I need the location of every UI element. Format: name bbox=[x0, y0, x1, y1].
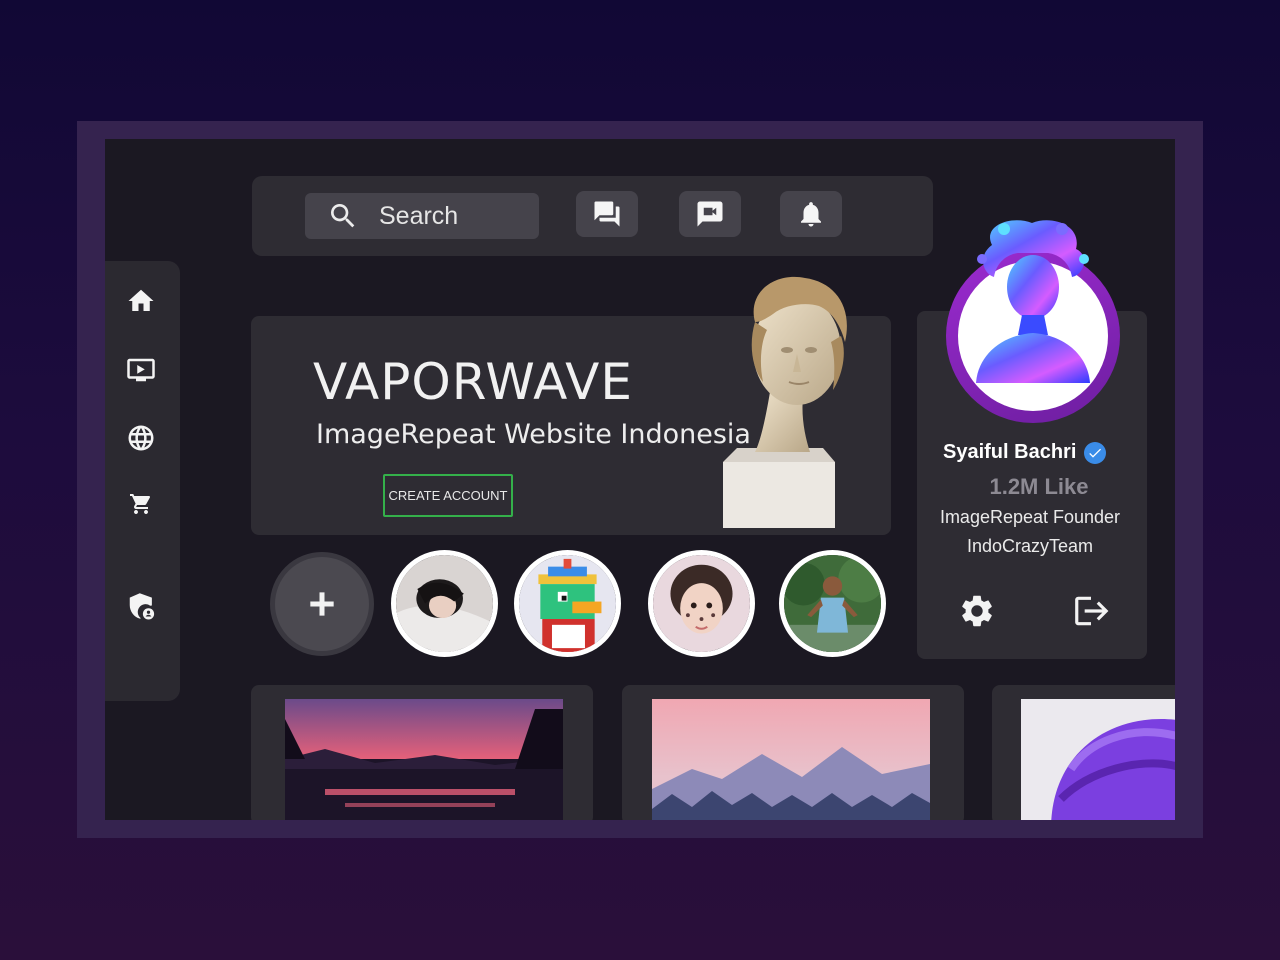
app-screen: VAPORWAVE ImageRepeat Website Indonesia … bbox=[105, 139, 1175, 820]
search-box[interactable] bbox=[305, 193, 539, 239]
sidebar-item-cart[interactable] bbox=[125, 488, 157, 520]
create-account-button[interactable]: CREATE ACCOUNT bbox=[383, 474, 513, 517]
hero-subtitle: ImageRepeat Website Indonesia bbox=[316, 419, 751, 450]
bell-icon bbox=[801, 202, 821, 227]
add-story-button[interactable] bbox=[270, 552, 374, 656]
shield-user-icon bbox=[129, 593, 155, 620]
story-avatar-3[interactable] bbox=[648, 550, 755, 657]
verified-badge-icon bbox=[1084, 441, 1107, 464]
story-photo-1 bbox=[396, 555, 493, 652]
cart-icon bbox=[130, 494, 151, 514]
story-avatar-4[interactable] bbox=[779, 550, 886, 657]
video-chat-button[interactable] bbox=[679, 191, 741, 237]
feed-image-1 bbox=[285, 699, 563, 820]
plus-icon bbox=[310, 592, 334, 616]
sidebar-item-globe[interactable] bbox=[125, 422, 157, 454]
search-icon bbox=[331, 204, 355, 228]
search-input[interactable] bbox=[379, 201, 529, 231]
feed-image-2 bbox=[652, 699, 930, 820]
gear-icon bbox=[962, 595, 992, 627]
story-avatar-2[interactable] bbox=[514, 550, 621, 657]
tv-icon bbox=[127, 358, 155, 382]
profile-role: ImageRepeat Founder bbox=[939, 507, 1121, 527]
home-icon bbox=[128, 289, 154, 311]
settings-button[interactable] bbox=[957, 591, 997, 631]
story-photo-3 bbox=[653, 555, 750, 652]
hero-title: VAPORWAVE bbox=[313, 353, 633, 411]
profile-name-row: Syaiful Bachri bbox=[943, 441, 1107, 464]
feed-card-1[interactable] bbox=[251, 685, 593, 820]
logout-button[interactable] bbox=[1071, 591, 1111, 631]
chat-icon bbox=[594, 201, 620, 227]
profile-name: Syaiful Bachri bbox=[943, 441, 1077, 463]
sidebar bbox=[105, 261, 180, 701]
globe-icon bbox=[128, 425, 154, 451]
sidebar-item-home[interactable] bbox=[125, 285, 157, 317]
medusa-bust-image bbox=[976, 220, 1090, 383]
profile-likes: 1.2M Like bbox=[989, 474, 1089, 499]
story-photo-2 bbox=[519, 555, 616, 652]
statue-bust-image bbox=[723, 276, 847, 528]
story-photo-4 bbox=[784, 555, 881, 652]
sidebar-item-tv[interactable] bbox=[125, 354, 157, 386]
chat-button[interactable] bbox=[576, 191, 638, 237]
sidebar-item-privacy[interactable] bbox=[125, 591, 157, 623]
top-bar bbox=[252, 176, 933, 256]
story-avatar-1[interactable] bbox=[391, 550, 498, 657]
notifications-button[interactable] bbox=[780, 191, 842, 237]
feed-card-2[interactable] bbox=[622, 685, 964, 820]
video-chat-icon bbox=[697, 201, 723, 227]
feed-image-3 bbox=[1021, 699, 1175, 820]
profile-team: IndoCrazyTeam bbox=[966, 536, 1094, 556]
feed-card-3[interactable] bbox=[992, 685, 1175, 820]
avatar-frame bbox=[958, 220, 1108, 411]
logout-icon bbox=[1075, 596, 1109, 626]
profile-avatar[interactable] bbox=[946, 220, 1120, 423]
